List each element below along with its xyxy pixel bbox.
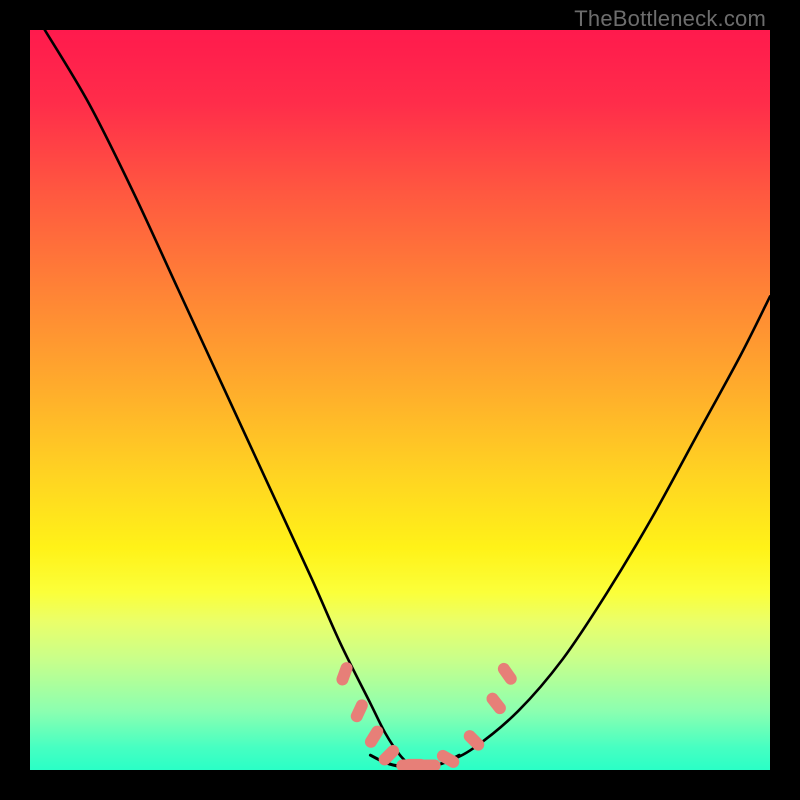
- data-marker: [496, 661, 520, 688]
- curve-group: [45, 30, 770, 770]
- plot-area: [30, 30, 770, 770]
- watermark-text: TheBottleneck.com: [574, 6, 766, 32]
- chart-svg: [30, 30, 770, 770]
- series-right-curve: [415, 296, 770, 770]
- chart-container: TheBottleneck.com: [0, 0, 800, 800]
- valley-floor-marker: [396, 760, 440, 770]
- data-marker: [349, 697, 370, 724]
- data-marker: [484, 690, 508, 716]
- marker-group: [335, 660, 519, 770]
- series-left-curve: [45, 30, 415, 770]
